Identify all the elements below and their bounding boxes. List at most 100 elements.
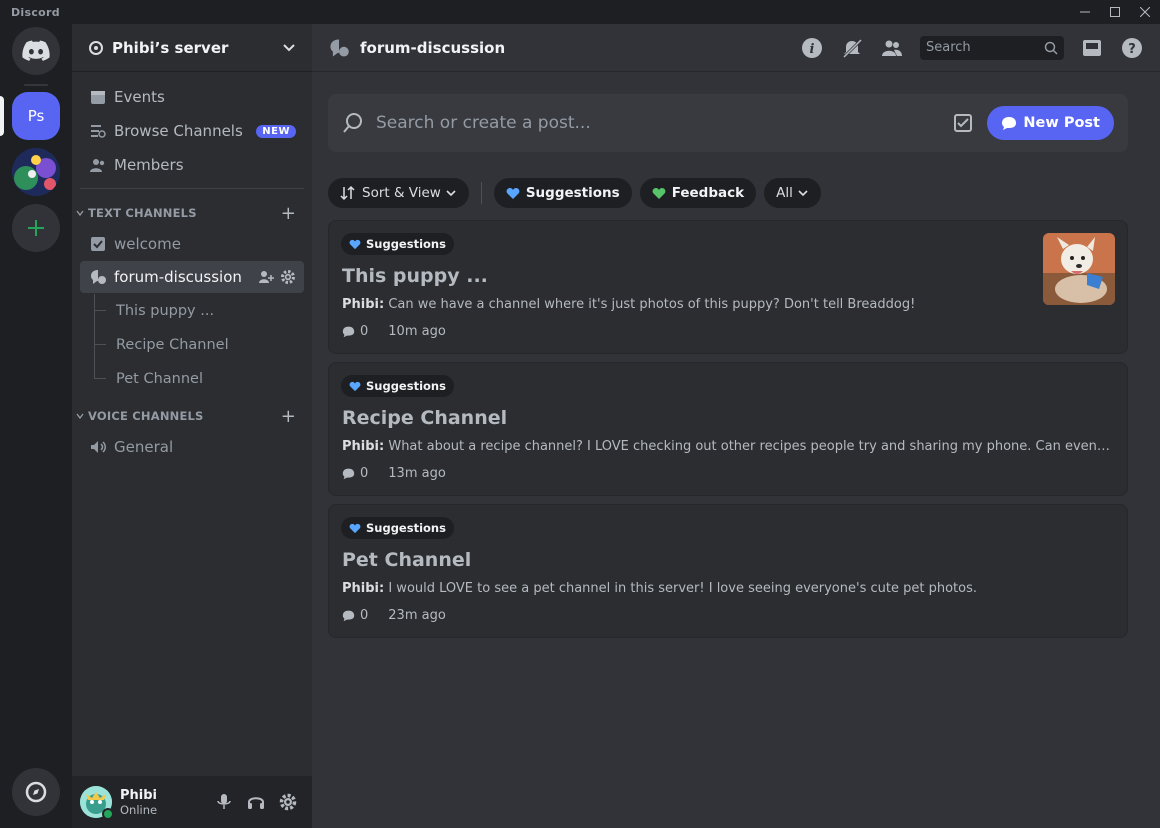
post-time: 23m ago [388,608,446,623]
headphones-icon [248,797,264,809]
rail-separator [24,84,48,86]
member-list-icon[interactable] [880,36,904,60]
filter-tag-suggestions[interactable]: Suggestions [493,178,632,208]
post-search-input[interactable] [376,113,950,133]
nav-browse-channels[interactable]: Browse Channels NEW [72,114,312,148]
server-icon-image[interactable] [12,148,60,196]
home-button[interactable] [12,27,60,75]
channel-forum-discussion-label: forum-discussion [114,268,242,286]
post-tag-label: Suggestions [366,237,446,251]
forum-post-card[interactable]: Suggestions This puppy ... Phibi: Can we… [328,220,1128,354]
filter-divider [480,182,482,204]
maximize-icon[interactable] [1100,0,1130,24]
create-invite-icon[interactable] [258,269,274,285]
chevron-down-icon [798,190,808,197]
help-icon[interactable]: ? [1120,36,1144,60]
category-text-channels[interactable]: TEXT CHANNELS + [72,199,312,227]
post-thumbnail[interactable] [1043,233,1115,305]
channel-forum-discussion[interactable]: forum-discussion [80,261,304,293]
gear-icon [279,793,297,811]
members-icon [88,155,108,175]
microphone-icon [217,794,231,809]
channel-welcome[interactable]: welcome [80,228,304,260]
nav-events[interactable]: Events [72,80,312,114]
guild-name: Phibi’s server [112,38,229,57]
reply-count: 0 [360,466,369,481]
search-input[interactable] [926,40,1044,55]
create-channel-plus-icon[interactable]: + [281,203,296,224]
window-controls [1070,0,1160,24]
post-meta: 0 23m ago [342,608,446,623]
channel-header: forum-discussion i ? [312,24,1160,72]
channel-welcome-label: welcome [114,235,181,253]
minimize-icon[interactable] [1070,0,1100,24]
thread-label: Pet Channel [116,371,203,387]
nav-events-label: Events [114,88,165,106]
svg-text:i: i [810,42,815,57]
create-channel-plus-icon[interactable]: + [281,406,296,427]
forum-post-card[interactable]: Suggestions Pet Channel Phibi: I would L… [328,504,1128,638]
post-author: Phibi: [342,439,385,454]
post-title: Recipe Channel [342,407,508,429]
user-status: Online [120,802,158,817]
message-bubble-icon [342,610,355,622]
discover-button[interactable] [12,768,60,816]
all-tags-dropdown[interactable]: All [764,178,821,208]
app-name: Discord [11,5,60,19]
post-time: 13m ago [388,466,446,481]
new-post-button[interactable]: New Post [987,106,1114,140]
gear-icon[interactable] [280,269,296,285]
post-time: 10m ago [388,324,446,339]
user-settings-button[interactable] [272,786,304,818]
post-meta: 0 13m ago [342,466,446,481]
puppy-photo-icon [1043,233,1115,305]
channel-general-voice[interactable]: General [80,431,304,463]
add-server-button[interactable] [12,204,60,252]
channel-sidebar: Phibi’s server Events Browse Channels NE… [72,24,312,828]
discord-logo-icon [22,40,50,61]
rules-channel-icon [88,234,108,254]
channel-title: forum-discussion [360,38,506,57]
notification-muted-icon[interactable] [840,36,864,60]
server-abbrev: Ps [27,107,45,125]
nav-members[interactable]: Members [72,148,312,182]
green-heart-icon [652,187,666,199]
category-voice-channels-label: VOICE CHANNELS [88,409,204,423]
post-snippet-text: Can we have a channel where it's just ph… [388,297,916,312]
chevron-down-icon [76,409,88,423]
thread-label: This puppy ... [116,303,215,319]
post-author: Phibi: [342,297,385,312]
post-snippet: Phibi: What about a recipe channel? I LO… [342,439,1114,454]
category-voice-channels[interactable]: VOICE CHANNELS + [72,402,312,430]
user-panel: Phibi Online [72,776,312,828]
forum-post-card[interactable]: Suggestions Recipe Channel Phibi: What a… [328,362,1128,496]
thread-this-puppy[interactable]: This puppy ... [92,294,312,328]
guild-header[interactable]: Phibi’s server [72,24,312,72]
browse-channels-icon [88,121,108,141]
thread-recipe-channel[interactable]: Recipe Channel [92,328,312,362]
server-phibis-server[interactable]: Ps [12,92,60,140]
compass-icon [25,781,47,803]
thread-pet-channel[interactable]: Pet Channel [92,362,312,396]
forum-filters: Sort & View Suggestions Feedback All [328,178,821,208]
forum-post-search[interactable]: New Post [328,94,1128,152]
sort-icon [340,185,355,201]
deafen-button[interactable] [240,786,272,818]
mute-button[interactable] [208,786,240,818]
header-search[interactable] [920,35,1064,60]
filter-tag-feedback[interactable]: Feedback [639,178,757,208]
thread-label: Recipe Channel [116,337,229,353]
avatar[interactable] [80,786,114,820]
post-tag: Suggestions [341,375,454,397]
chat-bubble-icon [1002,117,1017,130]
inbox-icon[interactable] [1080,36,1104,60]
forum-channel-icon [330,38,349,57]
close-icon[interactable] [1130,0,1160,24]
sort-view-dropdown[interactable]: Sort & View [328,178,469,208]
threads-info-icon[interactable]: i [800,36,824,60]
user-info[interactable]: Phibi Online [120,788,208,817]
blue-heart-icon [349,381,361,391]
user-name: Phibi [120,787,158,803]
tag-filter-icon[interactable] [949,109,977,137]
selected-server-indicator [0,96,4,136]
